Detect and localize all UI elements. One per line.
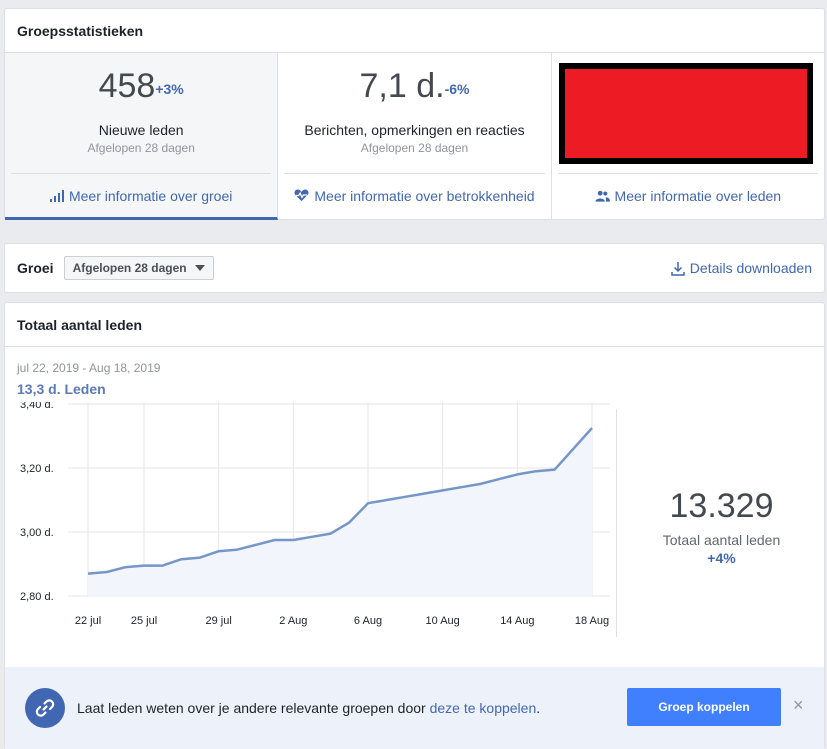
period-dropdown-value: Afgelopen 28 dagen	[72, 261, 187, 275]
stat-label: Nieuwe leden	[98, 122, 184, 138]
x-tick-label: 2 Aug	[279, 615, 307, 627]
period-dropdown[interactable]: Afgelopen 28 dagen	[63, 256, 214, 280]
series-area	[88, 428, 592, 596]
members-chart-area: jul 22, 2019 - Aug 18, 2019 13,3 d. Lede…	[5, 347, 824, 668]
members-info-label: Meer informatie over leden	[614, 187, 782, 204]
caret-down-icon	[194, 265, 205, 271]
total-members-delta: +4%	[707, 550, 736, 566]
stat-period: Afgelopen 28 dagen	[360, 141, 469, 155]
chart-metric-label: 13,3 d. Leden	[17, 381, 106, 397]
stat-columns: 458+3% Nieuwe leden Afgelopen 28 dagen M…	[5, 53, 824, 220]
stat-delta: -6%	[444, 81, 470, 97]
x-tick-label: 29 jul	[206, 615, 232, 627]
bar-chart-icon	[49, 189, 64, 202]
people-icon	[595, 190, 610, 202]
x-tick-label: 25 jul	[131, 615, 157, 627]
stat-label: Berichten, opmerkingen en reacties	[304, 122, 525, 138]
group-stats-title: Groepsstatistieken	[5, 9, 824, 53]
y-tick-label: 3,20 d.	[20, 463, 54, 475]
date-range: jul 22, 2019 - Aug 18, 2019	[17, 361, 161, 375]
download-details-label: Details downloaden	[689, 260, 812, 276]
stat-value: 7,1 d.	[359, 67, 445, 105]
banner-text-before: Laat leden weten over je andere relevant…	[77, 700, 430, 716]
x-tick-label: 22 jul	[75, 615, 101, 627]
engagement-info-label: Meer informatie over betrokkenheid	[314, 187, 535, 204]
banner-text-after: .	[536, 700, 541, 716]
connect-group-button[interactable]: Groep koppelen	[627, 688, 781, 726]
stat-value: 458	[98, 67, 156, 105]
heart-pulse-icon	[294, 189, 309, 202]
stat-delta: +3%	[155, 81, 184, 97]
stat-new-members[interactable]: 458+3% Nieuwe leden Afgelopen 28 dagen M…	[5, 53, 279, 220]
redacted-block	[558, 63, 813, 164]
x-tick-label: 14 Aug	[500, 615, 534, 627]
total-members-card: Totaal aantal leden jul 22, 2019 - Aug 1…	[4, 302, 825, 749]
engagement-info-link[interactable]: Meer informatie over betrokkenheid	[284, 173, 545, 217]
total-members-label: Totaal aantal leden	[662, 532, 781, 548]
download-icon	[671, 261, 685, 276]
growth-label: Groei	[17, 260, 54, 276]
download-details-link[interactable]: Details downloaden	[671, 260, 812, 276]
members-line-chart: 2,80 d. 3,00 d. 3,20 d. 3,40 d. 22 jul 25 jul…	[20, 402, 610, 627]
connect-link[interactable]: deze te koppelen	[430, 700, 537, 716]
stat-engagement[interactable]: 7,1 d.-6% Berichten, opmerkingen en reac…	[278, 53, 552, 220]
growth-filter-bar: Groei Afgelopen 28 dagen Details downloa…	[4, 243, 825, 293]
x-tick-label: 10 Aug	[426, 615, 460, 627]
growth-info-link[interactable]: Meer informatie over groei	[11, 173, 272, 217]
x-tick-label: 18 Aug	[575, 615, 609, 627]
total-members-title: Totaal aantal leden	[5, 303, 824, 347]
connect-groups-banner: Laat leden weten over je andere relevant…	[5, 667, 824, 749]
growth-info-label: Meer informatie over groei	[68, 187, 233, 204]
members-info-link[interactable]: Meer informatie over leden	[557, 173, 818, 217]
x-tick-label: 6 Aug	[354, 615, 382, 627]
group-stats-card: Groepsstatistieken 458+3% Nieuwe leden A…	[4, 8, 825, 220]
total-members-value: 13.329	[669, 487, 774, 525]
link-icon	[25, 688, 65, 728]
y-tick-label: 3,00 d.	[20, 527, 54, 539]
total-members-summary: 13.329 Totaal aantal leden +4%	[617, 487, 826, 566]
y-tick-label: 3,40 d.	[20, 402, 54, 411]
connect-groups-text: Laat leden weten over je andere relevant…	[77, 700, 540, 716]
close-icon[interactable]: ×	[793, 696, 804, 714]
stat-period: Afgelopen 28 dagen	[87, 141, 195, 155]
stat-members-redacted[interactable]: Meer informatie over leden	[552, 53, 824, 220]
y-tick-label: 2,80 d.	[20, 591, 54, 603]
